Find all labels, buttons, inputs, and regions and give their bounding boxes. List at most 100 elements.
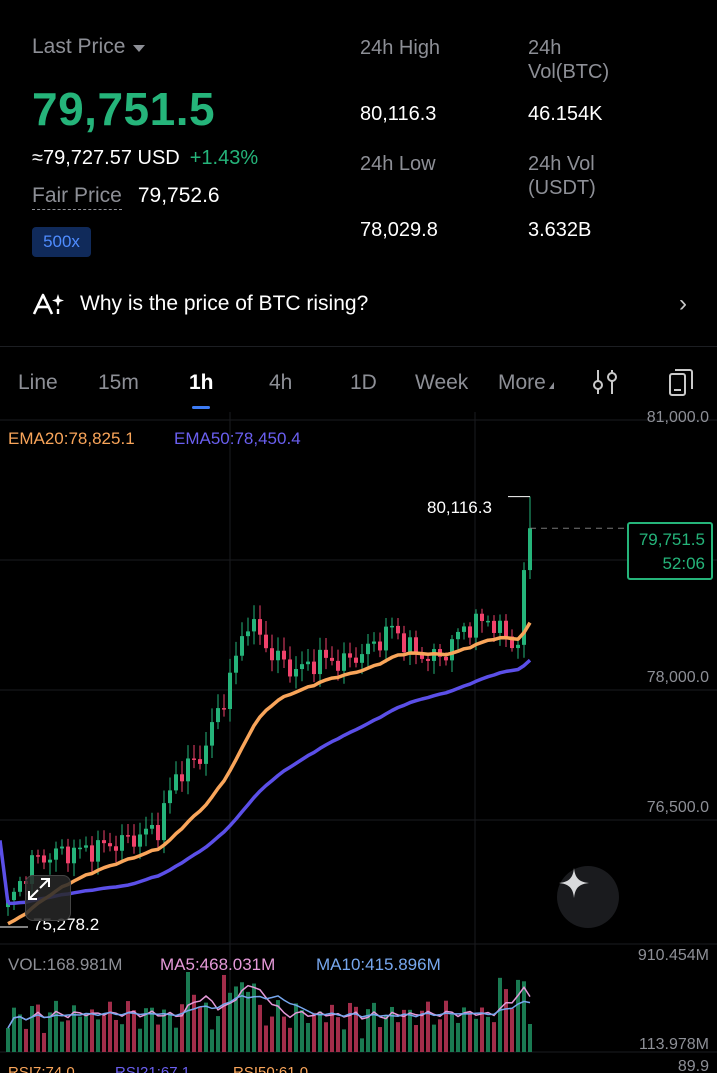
sparkle-icon bbox=[559, 868, 589, 898]
candle-down bbox=[114, 846, 118, 851]
volume-bar-down bbox=[444, 1000, 448, 1052]
volume-bar-up bbox=[360, 1038, 364, 1052]
tab-4h[interactable]: 4h bbox=[269, 371, 292, 395]
tab-line[interactable]: Line bbox=[18, 371, 58, 395]
tab-more[interactable]: More bbox=[498, 371, 554, 395]
volume-bar-up bbox=[516, 979, 520, 1052]
assistant-button[interactable] bbox=[557, 866, 619, 928]
volume-bar-down bbox=[24, 1028, 28, 1052]
candle-up bbox=[54, 848, 58, 860]
rsi21-legend: RSI21:67.1 bbox=[115, 1064, 191, 1073]
volume-bar-up bbox=[60, 1021, 64, 1052]
candle-up bbox=[366, 643, 370, 655]
volume-bar-down bbox=[258, 1004, 262, 1052]
candle-down bbox=[312, 661, 316, 675]
expand-button[interactable] bbox=[25, 875, 71, 921]
volume-bar-up bbox=[18, 1014, 22, 1052]
volume-bar-down bbox=[270, 1016, 274, 1052]
candle-up bbox=[150, 825, 154, 829]
price-axis-78000: 78,000.0 bbox=[646, 669, 709, 686]
volume-bar-down bbox=[348, 1002, 352, 1052]
volume-bar-up bbox=[294, 1003, 298, 1052]
candle-up bbox=[210, 722, 214, 746]
volume-bar-up bbox=[474, 1018, 478, 1052]
candle-up bbox=[168, 790, 172, 804]
candle-down bbox=[156, 825, 160, 841]
last-price-label: Last Price bbox=[32, 35, 126, 58]
candle-down bbox=[414, 637, 418, 654]
chevron-right-icon: › bbox=[679, 290, 687, 317]
high-24h-label: 24h High bbox=[360, 37, 441, 59]
volume-bar-up bbox=[174, 1027, 178, 1052]
volume-bar-down bbox=[180, 1004, 184, 1052]
phone-copy-icon[interactable] bbox=[666, 367, 696, 397]
fair-price-label[interactable]: Fair Price bbox=[32, 184, 122, 210]
sliders-icon[interactable] bbox=[590, 367, 620, 397]
candle-down bbox=[324, 649, 328, 658]
candle-up bbox=[186, 758, 190, 782]
volume-axis-top: 910.454M bbox=[637, 947, 709, 964]
low-24h-label: 24h Low bbox=[360, 153, 436, 175]
candle-down bbox=[126, 835, 130, 837]
vol-btc-label: 24h Vol(BTC) bbox=[528, 37, 610, 83]
ticker-header: Last Price 79,751.5 ≈79,727.57 USD +1.43… bbox=[0, 0, 717, 345]
candle-down bbox=[180, 774, 184, 782]
vol-usdt-value: 3.632B bbox=[528, 219, 592, 241]
volume-bar-up bbox=[12, 1007, 16, 1052]
volume-bar-down bbox=[102, 1015, 106, 1052]
candle-up bbox=[228, 672, 232, 710]
candle-up bbox=[96, 840, 100, 862]
candle-down bbox=[354, 657, 358, 663]
volume-bar-down bbox=[108, 1001, 112, 1052]
volume-bar-down bbox=[288, 1027, 292, 1052]
candle-down bbox=[348, 653, 352, 658]
tab-week[interactable]: Week bbox=[415, 371, 468, 395]
volume-bar-up bbox=[300, 1010, 304, 1052]
volume-bar-down bbox=[198, 1006, 202, 1052]
volume-bar-up bbox=[204, 1002, 208, 1052]
interval-tabs: Line 15m 1h 4h 1D Week More bbox=[0, 360, 717, 410]
tab-1d[interactable]: 1D bbox=[350, 371, 377, 395]
tab-15m[interactable]: 15m bbox=[98, 371, 139, 395]
tab-more-label: More bbox=[498, 371, 546, 394]
candlestick-chart[interactable]: EMA20:78,825.1 EMA50:78,450.4 81,000.0 7… bbox=[0, 409, 717, 1073]
markers bbox=[0, 496, 627, 928]
candle-up bbox=[138, 834, 142, 847]
volume-bar-up bbox=[408, 1009, 412, 1052]
candle-up bbox=[276, 650, 280, 661]
candle-up bbox=[450, 639, 454, 661]
volume-bar-down bbox=[468, 1012, 472, 1052]
last-price-dropdown[interactable]: Last Price bbox=[32, 35, 146, 59]
candle-down bbox=[330, 657, 334, 661]
candle-up bbox=[300, 664, 304, 670]
candle-down bbox=[270, 648, 274, 661]
header-divider bbox=[0, 346, 717, 347]
leverage-badge[interactable]: 500x bbox=[32, 227, 91, 257]
candle-up bbox=[162, 803, 166, 841]
candle-down bbox=[258, 619, 262, 635]
tab-1h[interactable]: 1h bbox=[189, 371, 214, 395]
last-price-value: 79,751.5 bbox=[32, 83, 216, 135]
candle-down bbox=[480, 613, 484, 622]
volume-bar-down bbox=[324, 1022, 328, 1052]
candle-down bbox=[336, 660, 340, 671]
why-rising-row[interactable]: Why is the price of BTC rising? › bbox=[32, 284, 687, 324]
ema50-line bbox=[7, 658, 532, 906]
vol-usdt-label: 24h Vol (USDT) bbox=[528, 153, 596, 199]
candle-down bbox=[66, 846, 70, 864]
volume-bar-up bbox=[486, 1016, 490, 1052]
change-percent: +1.43% bbox=[189, 147, 259, 169]
volume-bar-down bbox=[438, 1019, 442, 1052]
candle-up bbox=[384, 626, 388, 651]
candle-up bbox=[48, 859, 52, 863]
rsi7-legend: RSI7:74.0 bbox=[8, 1064, 75, 1073]
ema-lines bbox=[0, 621, 532, 926]
candle-up bbox=[408, 637, 412, 653]
volume-bar-up bbox=[372, 1002, 376, 1052]
high-24h-value: 80,116.3 bbox=[360, 103, 437, 125]
volume-bar-down bbox=[66, 1020, 70, 1052]
candle-up bbox=[306, 661, 310, 665]
candle-down bbox=[222, 708, 226, 710]
candle-up bbox=[240, 636, 244, 656]
volume-bar-up bbox=[456, 1022, 460, 1052]
